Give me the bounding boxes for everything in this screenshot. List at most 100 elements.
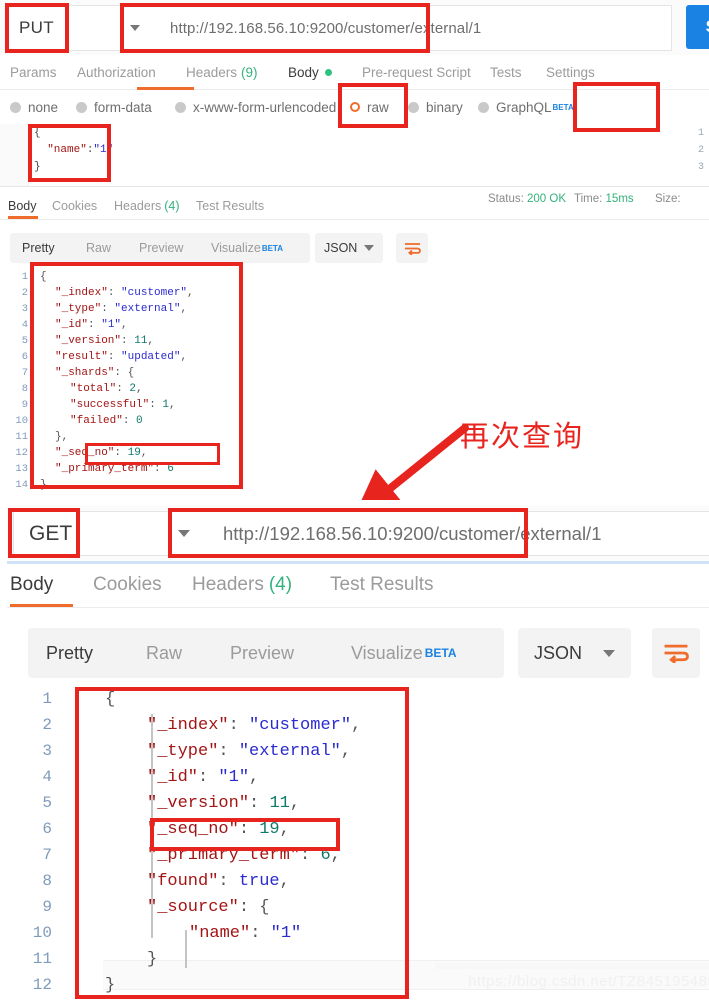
body-type-graphql[interactable]: GraphQL BETA	[478, 90, 574, 124]
line-number: 2	[697, 145, 704, 156]
response-format-value: JSON	[324, 241, 358, 255]
tab-label: Cookies	[93, 574, 162, 595]
highlight-box-seq-no-bottom	[150, 818, 340, 851]
tab-label: Headers	[192, 574, 264, 595]
line-number: 13	[15, 463, 28, 475]
body-type-urlencoded[interactable]: x-www-form-urlencoded	[175, 90, 336, 124]
watermark-bar	[435, 963, 709, 969]
send-button[interactable]: Se	[686, 5, 709, 49]
line-number: 8	[21, 383, 28, 395]
view-button-label: Preview	[139, 241, 184, 255]
line-number: 9	[21, 399, 28, 411]
radio-icon	[175, 101, 186, 113]
line-number: 9	[42, 898, 52, 916]
highlight-box-method	[5, 3, 69, 53]
tab-tests[interactable]: Tests	[490, 55, 522, 89]
view-button-visualize[interactable]: Visualize BETA	[211, 233, 283, 263]
body-type-label: binary	[426, 99, 463, 115]
line-number: 3	[42, 742, 52, 760]
highlight-box-get-url	[168, 508, 528, 558]
line-number: 11	[32, 950, 52, 968]
tab-count: (4)	[268, 574, 293, 595]
line-number: 8	[42, 872, 52, 890]
line-number: 6	[21, 351, 28, 363]
chevron-down-icon	[603, 649, 615, 657]
radio-icon	[408, 101, 419, 113]
line-number: 4	[21, 319, 28, 331]
line-number: 11	[15, 431, 28, 443]
radio-icon	[10, 101, 21, 113]
tab-label: Settings	[546, 64, 595, 80]
response-tab-test-results[interactable]: Test Results	[196, 192, 264, 220]
bottom-response-format-select[interactable]: JSON	[518, 628, 631, 678]
line-number: 1	[697, 128, 704, 139]
view-button-label: Preview	[230, 642, 295, 663]
line-number: 1	[42, 690, 52, 708]
chevron-down-icon	[364, 245, 374, 251]
body-type-label: x-www-form-urlencoded	[193, 99, 337, 115]
response-tab-cookies[interactable]: Cookies	[52, 192, 97, 220]
beta-badge: BETA	[424, 646, 457, 660]
tab-label: Cookies	[52, 199, 98, 213]
bottom-response-tab-test-results[interactable]: Test Results	[330, 565, 433, 605]
bottom-response-tab-headers[interactable]: Headers (4)	[192, 565, 292, 605]
view-button-label: Raw	[146, 642, 183, 663]
tab-label: Tests	[490, 64, 522, 80]
highlight-box-url	[120, 3, 430, 53]
tab-label: Headers	[114, 199, 162, 213]
view-button-label: Pretty	[46, 642, 94, 663]
highlight-box-get-method	[8, 508, 80, 558]
tab-count: (4)	[164, 199, 180, 213]
line-number: 12	[15, 447, 28, 459]
panel-divider	[7, 561, 709, 564]
line-number: 1	[21, 271, 28, 283]
divider	[7, 607, 709, 608]
editor-gutter	[0, 124, 29, 186]
tab-authorization[interactable]: Authorization	[77, 55, 156, 89]
word-wrap-icon[interactable]	[396, 233, 428, 263]
body-type-label: form-data	[94, 99, 152, 115]
line-number: 3	[21, 303, 28, 315]
body-type-binary[interactable]: binary	[408, 90, 463, 124]
body-present-dot-icon	[324, 68, 332, 76]
body-type-form-data[interactable]: form-data	[76, 90, 152, 124]
beta-badge: BETA	[261, 243, 283, 253]
highlight-box-json-format	[573, 82, 660, 132]
tab-body[interactable]: Body	[288, 55, 332, 89]
view-button-pretty[interactable]: Pretty	[22, 233, 55, 263]
bottom-response-tab-body[interactable]: Body	[10, 565, 53, 605]
bottom-response-format-value: JSON	[534, 642, 583, 663]
line-number: 6	[42, 820, 52, 838]
tab-params[interactable]: Params	[10, 55, 57, 89]
view-button-preview[interactable]: Preview	[139, 233, 183, 263]
bottom-view-button-visualize[interactable]: Visualize BETA	[351, 628, 457, 678]
bottom-word-wrap-icon[interactable]	[652, 628, 700, 678]
divider	[0, 219, 709, 220]
body-type-label: GraphQL	[496, 99, 552, 115]
body-type-none[interactable]: none	[10, 90, 58, 124]
line-number: 3	[697, 162, 704, 173]
line-number: 2	[21, 287, 28, 299]
line-number: 5	[42, 794, 52, 812]
bottom-view-button-raw[interactable]: Raw	[146, 628, 182, 678]
response-tab-headers[interactable]: Headers (4)	[114, 192, 180, 220]
tab-label: Test Results	[196, 199, 265, 213]
bottom-view-button-pretty[interactable]: Pretty	[46, 628, 93, 678]
tab-label: Body	[288, 64, 319, 80]
view-button-raw[interactable]: Raw	[86, 233, 111, 263]
view-button-label: Raw	[86, 241, 112, 255]
tab-label: Body	[10, 574, 54, 595]
tab-label: Body	[8, 199, 37, 213]
tab-label: Test Results	[330, 574, 434, 595]
line-number: 10	[32, 924, 52, 942]
bottom-view-button-preview[interactable]: Preview	[230, 628, 294, 678]
view-button-label: Pretty	[22, 241, 55, 255]
highlight-box-raw	[338, 83, 408, 128]
response-format-select[interactable]: JSON	[315, 233, 383, 263]
line-number: 2	[42, 716, 52, 734]
tab-label: Headers	[186, 64, 238, 80]
body-type-label: none	[28, 99, 59, 115]
bottom-response-tab-cookies[interactable]: Cookies	[93, 565, 162, 605]
tab-headers[interactable]: Headers (9)	[186, 55, 258, 89]
watermark-text: https://blog.csdn.net/TZ845195485	[468, 973, 709, 990]
